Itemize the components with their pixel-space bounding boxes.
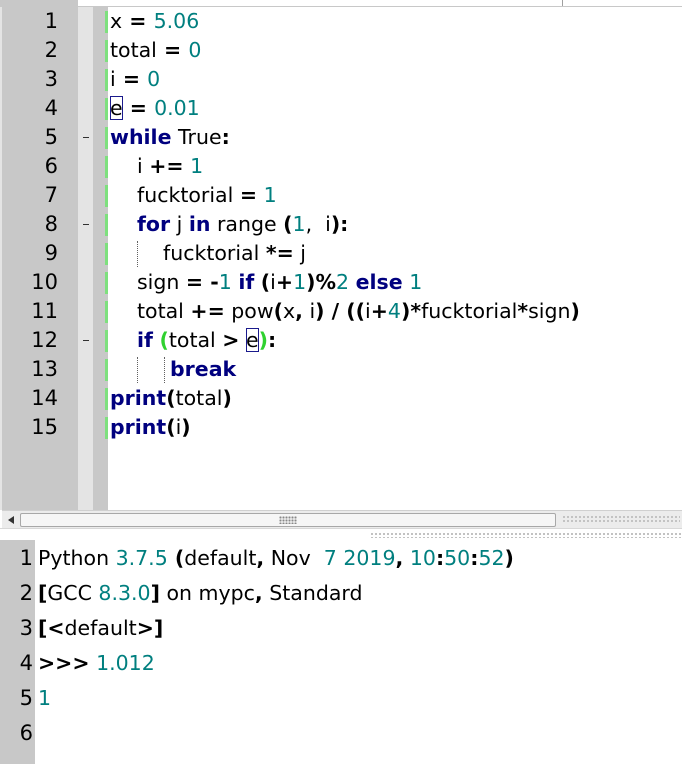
line-number: 10 — [31, 270, 58, 294]
change-marker — [105, 40, 108, 62]
change-marker — [105, 417, 108, 439]
shell-line: [GCC 8.3.0] on mypc, Standard — [38, 581, 363, 605]
line-number: 7 — [44, 183, 58, 207]
horizontal-scrollbar[interactable] — [2, 510, 682, 528]
change-marker — [105, 388, 108, 410]
line-number: 6 — [19, 721, 33, 745]
fold-collapse-icon[interactable] — [78, 123, 93, 152]
ide-window: 1 2 3 4 5 6 7 8 9 10 11 12 13 14 15 x = … — [0, 0, 682, 764]
code-line[interactable]: break — [105, 355, 670, 384]
brace-match-highlight: ( — [159, 328, 169, 352]
python-shell[interactable]: 1 2 3 4 5 6 Python 3.7.5 (default, Nov 7… — [0, 540, 682, 764]
scroll-left-arrow-icon[interactable] — [4, 514, 18, 526]
editor-top-border — [0, 0, 682, 7]
line-number: 5 — [44, 125, 58, 149]
shell-line-numbers: 1 2 3 4 5 6 — [0, 541, 33, 751]
change-marker — [105, 301, 108, 323]
line-number: 4 — [44, 96, 58, 120]
code-line[interactable]: while True: — [105, 123, 670, 152]
code-line[interactable]: i = 0 — [105, 65, 670, 94]
change-marker — [105, 98, 108, 120]
line-number: 14 — [31, 386, 58, 410]
code-line[interactable]: fucktorial = 1 — [105, 181, 670, 210]
code-line[interactable]: print(total) — [105, 384, 670, 413]
fold-collapse-icon[interactable] — [78, 210, 93, 239]
text-cursor-highlight: e — [110, 96, 123, 120]
fold-markers — [78, 7, 93, 442]
change-marker — [105, 127, 108, 149]
line-number: 2 — [44, 38, 58, 62]
editor-line-numbers: 1 2 3 4 5 6 7 8 9 10 11 12 13 14 15 — [2, 7, 58, 442]
shell-line: Python 3.7.5 (default, Nov 7 2019, 10:50… — [38, 546, 514, 570]
change-marker — [105, 11, 108, 33]
change-marker — [105, 214, 108, 236]
change-marker — [105, 69, 108, 91]
brace-match-highlight: ) — [258, 328, 268, 352]
code-line[interactable]: if (total > e): — [105, 326, 670, 355]
change-marker — [105, 156, 108, 178]
line-number: 13 — [31, 357, 58, 381]
word-highlight: e — [245, 328, 259, 352]
line-number: 5 — [19, 686, 33, 710]
code-line[interactable]: fucktorial *= j — [105, 239, 670, 268]
indent-guide — [137, 357, 138, 383]
change-marker — [105, 272, 108, 294]
line-number: 6 — [44, 154, 58, 178]
shell-line: 1 — [38, 686, 52, 710]
fold-collapse-icon[interactable] — [78, 326, 93, 355]
code-text-area[interactable]: x = 5.06 total = 0 i = 0 e = 0.01 while … — [105, 7, 670, 442]
scrollbar-track[interactable] — [562, 515, 680, 523]
change-marker — [105, 330, 108, 352]
change-marker — [105, 359, 108, 381]
line-number: 1 — [19, 546, 33, 570]
code-line[interactable]: print(i) — [105, 413, 670, 442]
line-number: 3 — [44, 67, 58, 91]
code-line[interactable]: i += 1 — [105, 152, 670, 181]
code-editor[interactable]: 1 2 3 4 5 6 7 8 9 10 11 12 13 14 15 x = … — [0, 0, 682, 528]
shell-line[interactable] — [38, 716, 678, 751]
code-line[interactable]: for j in range (1, i): — [105, 210, 670, 239]
line-number: 2 — [19, 581, 33, 605]
line-number: 11 — [31, 299, 58, 323]
shell-line: [<default>] — [38, 616, 164, 640]
line-number: 4 — [19, 651, 33, 675]
code-line[interactable]: x = 5.06 — [105, 7, 670, 36]
change-marker — [105, 243, 108, 265]
line-number: 12 — [31, 328, 58, 352]
line-number: 1 — [44, 9, 58, 33]
code-line[interactable]: sign = -1 if (i+1)%2 else 1 — [105, 268, 670, 297]
grip-icon — [279, 516, 297, 524]
scrollbar-thumb[interactable] — [20, 513, 556, 527]
code-line[interactable]: total += pow(x, i) / ((i+4)*fucktorial*s… — [105, 297, 670, 326]
shell-output[interactable]: Python 3.7.5 (default, Nov 7 2019, 10:50… — [38, 541, 678, 751]
line-number: 3 — [19, 616, 33, 640]
line-number: 15 — [31, 415, 58, 439]
splitter-grip-icon — [370, 532, 682, 538]
code-line[interactable]: total = 0 — [105, 36, 670, 65]
line-number: 8 — [44, 212, 58, 236]
code-line[interactable]: e = 0.01 — [105, 94, 670, 123]
change-marker — [105, 185, 108, 207]
line-number: 9 — [44, 241, 58, 265]
shell-prompt-line[interactable]: >>> 1.012 — [38, 646, 678, 681]
indent-guide — [137, 241, 138, 267]
shell-prompt: >>> — [38, 651, 90, 675]
indent-guide — [164, 357, 165, 383]
